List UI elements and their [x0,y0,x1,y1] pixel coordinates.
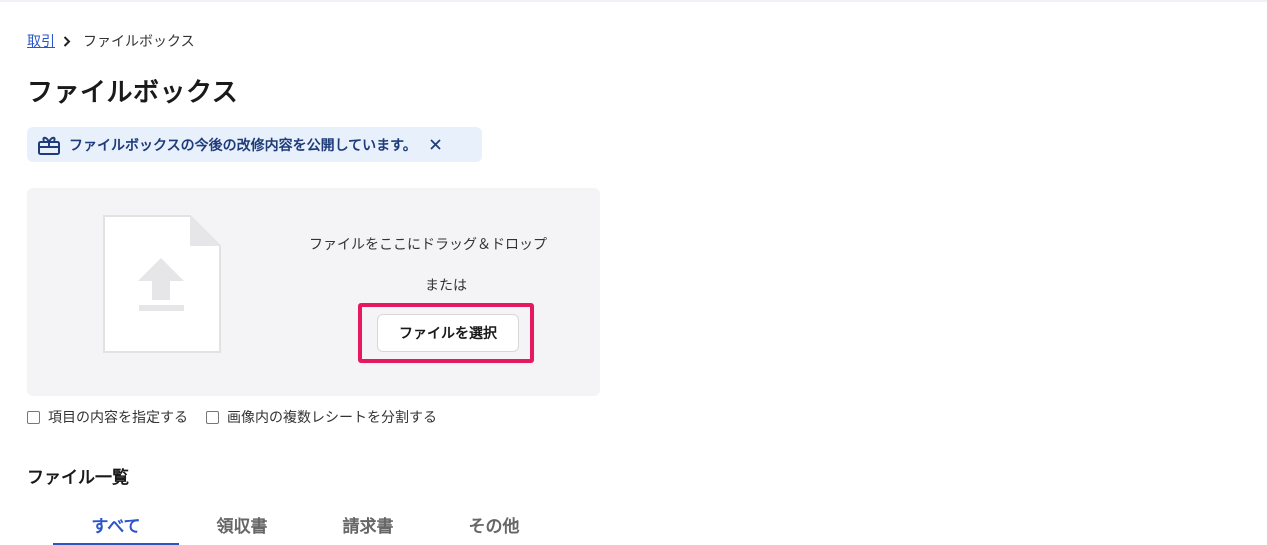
top-divider [0,0,1267,2]
breadcrumb-link-transactions[interactable]: 取引 [27,31,55,51]
page-title: ファイルボックス [27,78,239,108]
option-specify-items[interactable]: 項目の内容を指定する [27,407,188,427]
dropzone-instruction: ファイルをここにドラッグ＆ドロップ [309,237,547,253]
gift-icon [37,134,61,156]
select-file-button[interactable]: ファイルを選択 [377,314,519,352]
file-upload-icon [102,214,222,354]
breadcrumb-current: ファイルボックス [83,34,195,50]
close-icon[interactable] [429,138,443,152]
split-receipts-checkbox[interactable] [206,410,219,424]
upload-options: 項目の内容を指定する 画像内の複数レシートを分割する [27,407,455,427]
file-type-tabs: すべて 領収書 請求書 その他 [53,512,557,545]
specify-items-checkbox[interactable] [27,410,40,424]
tab-all[interactable]: すべて [53,512,179,545]
file-dropzone[interactable]: ファイルをここにドラッグ＆ドロップ または ファイルを選択 [27,188,600,396]
option-split-receipts[interactable]: 画像内の複数レシートを分割する [206,407,437,427]
split-receipts-label: 画像内の複数レシートを分割する [227,410,437,426]
specify-items-label: 項目の内容を指定する [48,410,188,426]
update-notice-banner: ファイルボックスの今後の改修内容を公開しています。 [27,127,482,162]
notice-text[interactable]: ファイルボックスの今後の改修内容を公開しています。 [69,135,417,155]
tab-receipts[interactable]: 領収書 [179,512,305,545]
breadcrumb: 取引 ファイルボックス [27,31,195,51]
tab-invoices[interactable]: 請求書 [305,512,431,545]
chevron-right-icon [59,33,77,49]
dropzone-or-text: または [425,278,467,294]
tab-others[interactable]: その他 [431,512,557,545]
file-list-title: ファイル一覧 [27,468,129,488]
